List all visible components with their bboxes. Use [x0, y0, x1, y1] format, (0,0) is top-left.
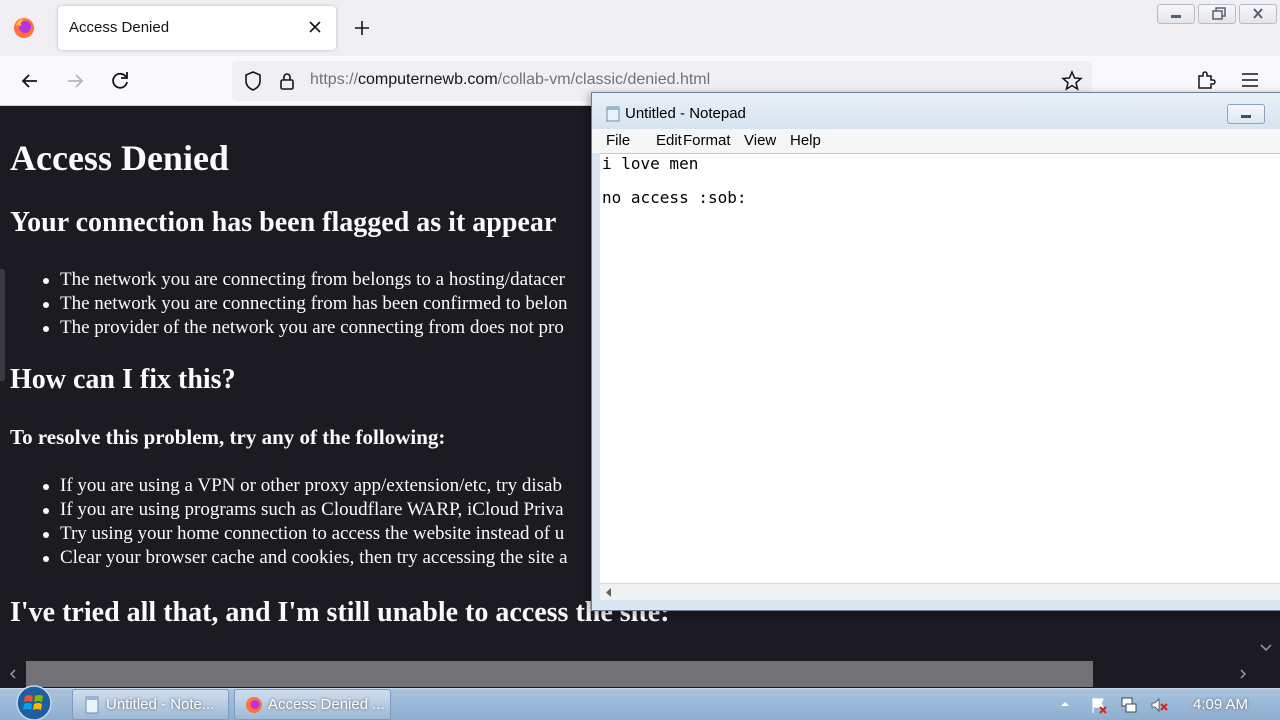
window-restore-button[interactable] [1198, 4, 1236, 24]
tracking-protection-shield-icon[interactable] [242, 69, 264, 93]
list-item: The network you are connecting from belo… [40, 268, 568, 292]
horizontal-scrollbar[interactable] [0, 660, 1280, 688]
start-button-icon[interactable] [12, 682, 56, 720]
forward-arrow-icon[interactable] [62, 68, 88, 94]
extensions-puzzle-icon[interactable] [1194, 68, 1218, 92]
menu-file[interactable]: File [606, 132, 630, 149]
new-tab-plus-icon[interactable] [350, 16, 374, 40]
taskbar-item-label: Access Denied ... [268, 696, 385, 713]
fix-list: If you are using a VPN or other proxy ap… [40, 474, 568, 570]
taskbar-item-label: Untitled - Note... [106, 696, 215, 713]
url-host: computernewb.com [358, 71, 498, 88]
network-icon[interactable] [1119, 695, 1139, 715]
notepad-minimize-button[interactable] [1227, 104, 1265, 124]
resolve-heading: To resolve this problem, try any of the … [10, 425, 446, 449]
action-center-flag-icon[interactable] [1089, 695, 1109, 715]
notepad-horizontal-scrollbar[interactable] [600, 583, 1280, 600]
list-item: If you are using a VPN or other proxy ap… [40, 474, 568, 498]
notepad-menu-bar: File Edit Format View Help [592, 129, 1280, 153]
minimize-icon [1241, 115, 1251, 118]
firefox-logo-icon[interactable] [12, 16, 36, 40]
browser-tab-access-denied[interactable]: Access Denied [58, 6, 336, 50]
menu-edit[interactable]: Edit [656, 132, 682, 149]
scroll-left-arrow-icon[interactable] [6, 667, 20, 681]
notepad-text-area[interactable]: i love men no access :sob: [600, 153, 1280, 583]
close-tab-icon[interactable] [304, 16, 326, 38]
lock-icon[interactable] [277, 69, 297, 93]
hamburger-menu-icon[interactable] [1238, 68, 1262, 92]
window-minimize-button[interactable] [1157, 4, 1195, 24]
volume-muted-icon[interactable] [1149, 695, 1169, 715]
bookmark-star-icon[interactable] [1060, 69, 1084, 93]
list-item: Clear your browser cache and cookies, th… [40, 546, 568, 570]
back-arrow-icon[interactable] [17, 68, 43, 94]
scroll-left-arrow-icon[interactable] [604, 587, 614, 598]
tab-title: Access Denied [69, 19, 170, 36]
reasons-list: The network you are connecting from belo… [40, 268, 568, 340]
notepad-title-bar[interactable]: Untitled - Notepad [592, 93, 1280, 133]
notepad-content[interactable]: i love men no access :sob: [602, 155, 747, 206]
fix-heading: How can I fix this? [10, 364, 236, 395]
firefox-tab-bar: Access Denied [0, 0, 1280, 56]
page-side-marker [0, 269, 5, 381]
clock[interactable]: 4:09 AM [1193, 696, 1248, 713]
scroll-right-arrow-icon[interactable] [1236, 667, 1250, 681]
restore-icon [1212, 7, 1226, 20]
minimize-icon [1171, 15, 1181, 18]
list-item: The provider of the network you are conn… [40, 316, 568, 340]
flag-heading: Your connection has been flagged as it a… [10, 207, 557, 238]
menu-view[interactable]: View [744, 132, 776, 149]
still-unable-heading: I've tried all that, and I'm still unabl… [10, 597, 670, 628]
page-title: Access Denied [10, 138, 229, 178]
menu-help[interactable]: Help [790, 132, 821, 149]
list-item: Try using your home connection to access… [40, 522, 568, 546]
scroll-down-chevron-icon[interactable] [1257, 640, 1275, 656]
url-path: /collab-vm/classic/denied.html [497, 71, 711, 88]
notepad-icon [85, 696, 99, 714]
reload-icon[interactable] [107, 68, 133, 94]
window-close-button[interactable] [1239, 4, 1277, 24]
scrollbar-thumb[interactable] [26, 661, 1093, 687]
url-prefix: https:// [310, 71, 359, 88]
url-text[interactable]: https://computernewb.com/collab-vm/class… [310, 71, 710, 89]
notepad-window[interactable]: Untitled - Notepad File Edit Format View… [591, 92, 1280, 611]
list-item: If you are using programs such as Cloudf… [40, 498, 568, 522]
taskbar-item-notepad[interactable]: Untitled - Note... [72, 689, 229, 720]
notepad-title: Untitled - Notepad [625, 105, 746, 122]
show-hidden-icons-arrow-icon[interactable] [1058, 698, 1072, 710]
windows-taskbar: Untitled - Note... Access Denied ... 4:0… [0, 685, 1280, 720]
close-window-icon [1253, 8, 1263, 19]
notepad-icon [606, 106, 620, 122]
list-item: The network you are connecting from has … [40, 292, 568, 316]
taskbar-item-firefox[interactable]: Access Denied ... [234, 689, 391, 720]
menu-format[interactable]: Format [683, 132, 731, 149]
firefox-logo-icon [246, 697, 262, 713]
